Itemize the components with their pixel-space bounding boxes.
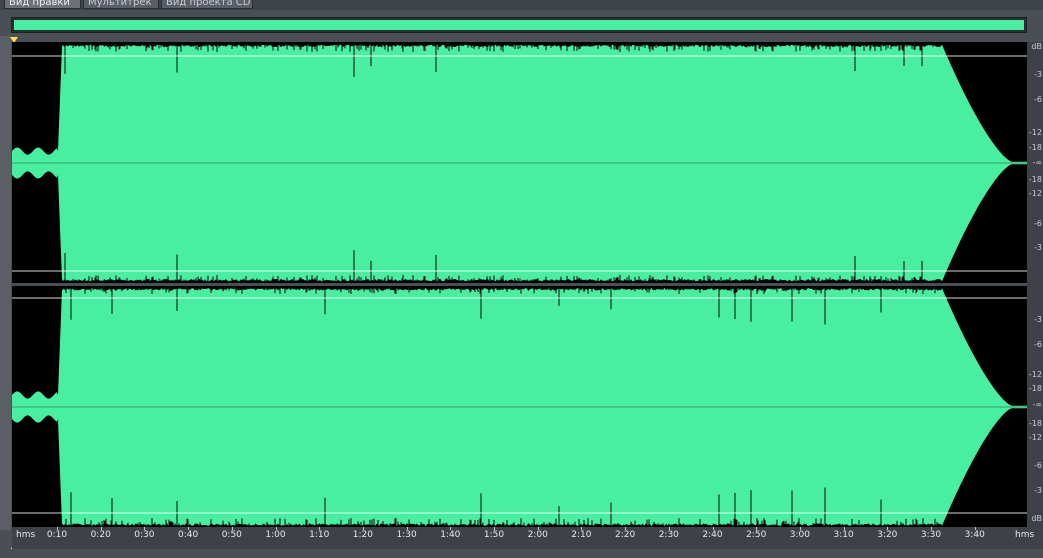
- overview-range-bar[interactable]: [11, 17, 1027, 33]
- db-scale-label: dB: [1031, 514, 1042, 523]
- time-label: 3:30: [920, 530, 942, 540]
- time-label: 0:20: [90, 530, 111, 540]
- tab-cd-project-label: Вид проекта CD: [166, 0, 251, 8]
- time-label: 2:30: [658, 530, 679, 540]
- tab-multitrack-label: Мультитрек: [88, 0, 152, 8]
- time-label: 0:10: [46, 530, 68, 540]
- time-label: 0:50: [221, 530, 242, 540]
- tab-multitrack[interactable]: Мультитрек: [83, 0, 159, 9]
- db-scale-label: -6: [1034, 461, 1042, 470]
- tab-edit-view-label: Вид правки: [9, 0, 70, 8]
- time-label: 2:10: [571, 530, 592, 540]
- db-scale-label: -3: [1034, 70, 1042, 79]
- time-label: 2:50: [746, 530, 767, 540]
- overview-range-fill: [14, 20, 1024, 30]
- left-gutter: [0, 36, 11, 530]
- channel-separator: [12, 283, 1027, 286]
- waveform-canvas: [12, 44, 1027, 526]
- db-scale-label: -6: [1034, 340, 1042, 349]
- db-scale-label: -18: [1028, 419, 1042, 428]
- time-label: 3:40: [964, 530, 985, 540]
- tab-edit-view[interactable]: Вид правки: [4, 0, 81, 9]
- db-scale-label: -18: [1028, 384, 1042, 393]
- db-scale-label: -12: [1028, 128, 1042, 137]
- time-label: 2:40: [702, 530, 723, 540]
- time-units-left: hms: [16, 530, 36, 540]
- time-ruler[interactable]: hms hms 0:10 0:20 0:30 0:40 0:50 1:00 1:10 1:20…: [12, 527, 1043, 549]
- db-scale-label: -12: [1028, 189, 1042, 198]
- time-units-right: hms: [1015, 530, 1035, 540]
- waveform-display[interactable]: [12, 42, 1027, 527]
- time-label: 0:40: [177, 530, 199, 540]
- db-scale-label: -∞: [1032, 158, 1042, 167]
- time-label: 0:30: [134, 530, 155, 540]
- db-scale-label: -3: [1034, 315, 1042, 324]
- time-label: 3:20: [877, 530, 898, 540]
- time-label: 1:40: [440, 530, 461, 540]
- db-scale-label: -18: [1028, 175, 1042, 184]
- time-label: 2:00: [527, 530, 548, 540]
- time-label: 3:10: [833, 530, 854, 540]
- db-scale-label: -3: [1034, 486, 1042, 495]
- time-label: 1:00: [265, 530, 286, 540]
- bottom-strip: [0, 549, 1043, 558]
- time-label: 1:30: [396, 530, 417, 540]
- db-scale-label: -3: [1034, 243, 1042, 252]
- db-scale-label: -6: [1034, 95, 1042, 104]
- db-scale-label: -12: [1028, 433, 1042, 442]
- time-label: 1:10: [309, 530, 330, 540]
- db-scale-label: dB: [1031, 42, 1042, 51]
- view-tabs: Вид правки Мультитрек Вид проекта CD: [0, 0, 1043, 10]
- db-scale-label: -12: [1028, 370, 1042, 379]
- time-label: 1:20: [352, 530, 373, 540]
- db-scale: dB -3 -6 -12 -18 -∞ -18 -12 -6 -3 -3 -6 -12 -18 -∞ -18 -…: [1027, 42, 1043, 527]
- db-scale-label: -18: [1028, 143, 1042, 152]
- db-scale-label: -∞: [1032, 400, 1042, 409]
- time-label: 1:50: [483, 530, 505, 540]
- tab-cd-project[interactable]: Вид проекта CD: [161, 0, 253, 9]
- db-scale-label: -6: [1034, 219, 1042, 228]
- time-label: 2:20: [614, 530, 636, 540]
- time-label: 3:00: [789, 530, 810, 540]
